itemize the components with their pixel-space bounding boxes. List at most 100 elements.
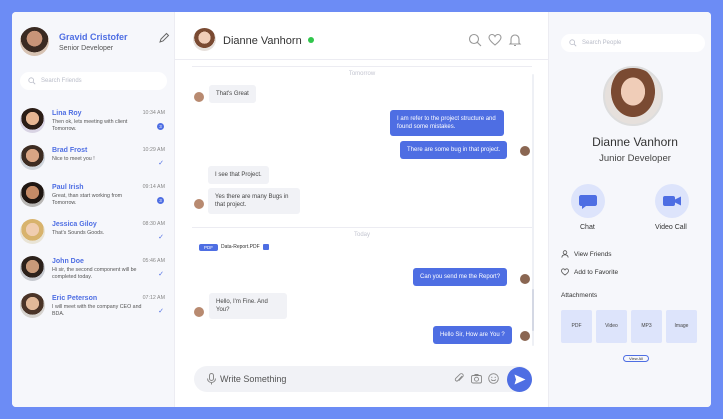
my-mini-avatar [520,274,530,284]
online-status-dot [308,37,314,43]
friend-item[interactable]: Lina Roy Then ok, lets meeting with clie… [12,104,175,141]
friend-list: Lina Roy Then ok, lets meeting with clie… [12,104,175,326]
friend-time: 09:14 AM [142,184,165,190]
paperclip-icon[interactable] [454,373,465,384]
friend-preview: Nice to meet you ! [52,156,95,162]
contact-name: Dianne Vanhorn [223,35,302,47]
my-mini-avatar [520,146,530,156]
contact-mini-avatar [194,307,204,317]
download-icon[interactable] [262,244,269,250]
read-check-icon: ✓ [158,271,164,278]
video-call-label: Video Call [655,224,687,231]
contact-mini-avatar [194,199,204,209]
friend-avatar [20,145,45,170]
read-check-icon: ✓ [158,160,164,167]
heart-icon[interactable] [488,33,502,47]
friend-avatar [20,293,45,318]
friend-item[interactable]: John Doe Hi sir, the second component wi… [12,252,175,289]
heart-icon [561,268,569,276]
date-divider-label: Today [345,232,378,238]
add-to-favorite-link[interactable]: Add to Favorite [561,268,618,276]
friend-name: Eric Peterson [52,295,98,302]
search-icon[interactable] [468,33,482,47]
profile-role: Junior Developer [599,153,671,164]
chat-scrollbar[interactable] [532,74,534,346]
chat-bubble-icon [579,195,597,209]
outgoing-message: There are some bug in that project. [400,141,508,159]
attachment-tile-pdf[interactable]: PDF [561,310,592,343]
view-friends-label: View Friends [574,250,612,258]
search-people-input[interactable]: Search People [561,34,705,52]
friend-preview: That's Sounds Goods. [52,230,105,236]
friend-time: 10:34 AM [142,110,165,116]
view-all-button[interactable]: View All [623,355,649,362]
date-divider: Today [192,223,532,238]
friend-time: 07:12 AM [142,295,165,301]
friend-avatar [20,256,45,281]
friend-name: Lina Roy [52,110,82,117]
friend-avatar [20,219,45,244]
video-call-button[interactable] [655,184,689,218]
chat-action-button[interactable] [571,184,605,218]
chat-app-window: Gravid Cristofer Senior Developer Search… [12,12,711,407]
chat-panel: Dianne Vanhorn Tomorrow That's Great I a… [175,12,549,407]
edit-pencil-icon[interactable] [158,32,170,44]
message-input[interactable]: Write Something [220,374,286,384]
friend-item[interactable]: Jessica Giloy That's Sounds Goods. 08:30… [12,215,175,252]
my-avatar[interactable] [20,27,49,56]
contact-avatar[interactable] [193,28,216,51]
friend-time: 08:30 AM [142,221,165,227]
friend-time: 10:29 AM [142,147,165,153]
incoming-message: That's Great [209,85,256,103]
friend-item[interactable]: Eric Peterson I will meet with the compa… [12,289,175,326]
search-friends-placeholder: Search Friends [41,78,82,84]
friend-name: John Doe [52,258,84,265]
friend-preview: I will meet with the company CEO and BDA… [52,304,142,317]
chat-header: Dianne Vanhorn [175,12,549,60]
emoji-icon[interactable] [488,373,499,384]
my-name: Gravid Cristofer [59,32,128,42]
my-profile: Gravid Cristofer Senior Developer [20,27,170,59]
attachment-tile-video[interactable]: Video [596,310,627,343]
add-to-favorite-label: Add to Favorite [574,268,619,276]
date-divider-label: Tomorrow [340,71,384,77]
incoming-message: I see that Project. [208,166,269,184]
friend-avatar [20,182,45,207]
attachments-heading: Attachments [561,292,598,299]
file-name: Data-Report.PDF [221,244,260,250]
profile-name: Dianne Vanhorn [592,135,678,149]
search-friends-input[interactable]: Search Friends [20,72,167,90]
outgoing-message: Hello Sir, How are You ? [433,326,512,344]
person-icon [561,250,569,258]
friend-name: Paul Irish [52,184,84,191]
friends-sidebar: Gravid Cristofer Senior Developer Search… [12,12,175,407]
friend-name: Brad Frost [52,147,88,154]
bell-icon[interactable] [508,33,522,47]
attachment-tile-image[interactable]: Image [666,310,697,343]
video-camera-icon [663,196,681,206]
chat-action-label: Chat [580,224,595,231]
view-friends-link[interactable]: View Friends [561,250,611,258]
microphone-icon[interactable] [206,373,217,385]
scrollbar-thumb[interactable] [532,289,534,331]
friend-item[interactable]: Paul Irish Great, than start working fro… [12,178,175,215]
friend-preview: Hi sir, the second component will be com… [52,267,137,280]
friend-name: Jessica Giloy [52,221,97,228]
friend-avatar [20,108,45,133]
send-button[interactable] [507,367,532,392]
outgoing-message: I am refer to the project structure and … [390,110,504,136]
search-icon [28,77,36,85]
attachment-tile-mp3[interactable]: MP3 [631,310,662,343]
contact-mini-avatar [194,92,204,102]
camera-icon[interactable] [471,373,482,384]
read-check-icon: ✓ [158,308,164,315]
outgoing-message: Can you send me the Report? [413,268,508,286]
date-divider: Tomorrow [192,62,532,77]
profile-photo [603,66,663,126]
incoming-message: Yes there are many Bugs in that project. [208,188,300,214]
my-mini-avatar [520,331,530,341]
friend-item[interactable]: Brad Frost Nice to meet you ! 10:29 AM ✓ [12,141,175,178]
file-attachment[interactable]: PDF Data-Report.PDF [196,240,276,254]
search-people-placeholder: Search People [582,40,622,46]
friend-time: 05:46 AM [142,258,165,264]
